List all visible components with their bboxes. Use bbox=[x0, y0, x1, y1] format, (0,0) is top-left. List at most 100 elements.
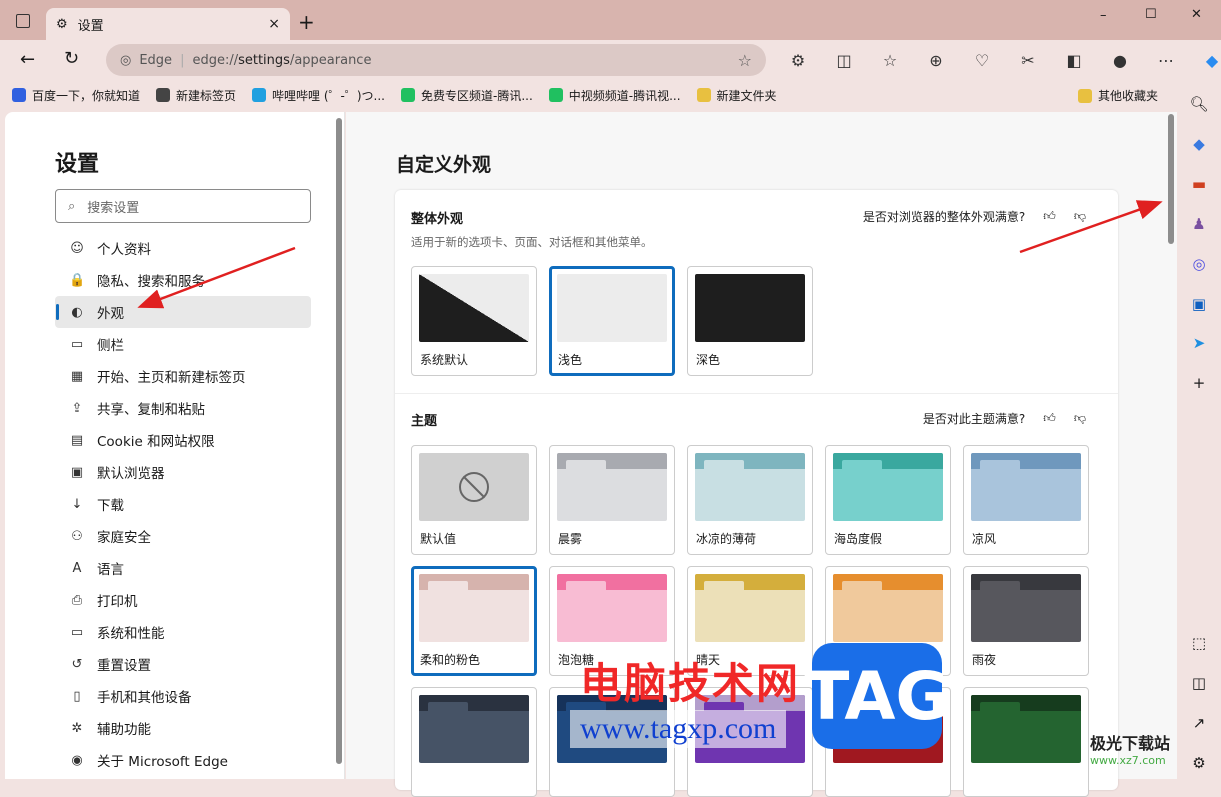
profile-avatar[interactable]: ● bbox=[1102, 44, 1138, 76]
theme-option[interactable] bbox=[687, 687, 813, 797]
bookmark-icon bbox=[400, 88, 415, 102]
theme-option[interactable]: 芒果天堂 bbox=[825, 566, 951, 676]
send-icon[interactable]: ➤ bbox=[1184, 328, 1214, 360]
favorites-icon[interactable]: ☆ bbox=[872, 44, 908, 76]
favorite-star-icon[interactable]: ☆ bbox=[738, 51, 752, 70]
theme-preview bbox=[695, 574, 805, 642]
close-tab-button[interactable]: × bbox=[268, 16, 280, 32]
theme-option[interactable] bbox=[411, 687, 537, 797]
maximize-button[interactable]: ☐ bbox=[1145, 7, 1157, 22]
sidebar-item[interactable]: ▤ Cookie 和网站权限 bbox=[55, 424, 311, 456]
other-bookmarks[interactable]: 其他收藏夹 bbox=[1078, 87, 1158, 104]
right-sidebar: 🔍︎ ◆ ▬ ♟ ◎ ▣ ➤ + ⬚ ◫ ↗ ⚙ bbox=[1177, 80, 1221, 779]
sidebar-scrollbar[interactable] bbox=[336, 118, 342, 764]
bookmark-item[interactable]: 新建标签页 bbox=[156, 87, 236, 104]
search-icon[interactable]: 🔍︎ bbox=[1184, 88, 1214, 120]
address-bar[interactable]: ◎ Edge | edge://settings/appearance ☆ bbox=[106, 44, 766, 76]
thumbs-down-icon[interactable]: 👎︎ bbox=[1074, 411, 1086, 426]
sidebar-toggle-icon[interactable]: ◧ bbox=[1056, 44, 1092, 76]
theme-option[interactable]: 泡泡糖 bbox=[549, 566, 675, 676]
back-icon[interactable]: ← bbox=[20, 49, 35, 70]
nav-icon: ↓ bbox=[71, 496, 83, 512]
open-external-icon[interactable]: ↗ bbox=[1184, 707, 1214, 739]
theme-option[interactable]: 柔和的粉色 bbox=[411, 566, 537, 676]
sidebar-item[interactable]: ⚇ 家庭安全 bbox=[55, 520, 311, 552]
minimize-button[interactable]: – bbox=[1100, 8, 1107, 23]
sidebar-item[interactable]: ↓ 下载 bbox=[55, 488, 311, 520]
new-tab-button[interactable]: + bbox=[298, 10, 315, 34]
sidebar-item[interactable]: ✲ 辅助功能 bbox=[55, 712, 311, 744]
bookmark-item[interactable]: 新建文件夹 bbox=[696, 87, 777, 104]
add-icon[interactable]: + bbox=[1184, 367, 1214, 399]
browser-essentials-icon[interactable]: ♡ bbox=[964, 44, 1000, 76]
theme-option[interactable] bbox=[963, 687, 1089, 797]
appearance-option[interactable]: 深色 bbox=[687, 266, 813, 376]
theme-preview bbox=[419, 695, 529, 763]
toolbar-icons: ⚙ ◫ ☆ ⊕ ♡ ✂ ◧ ● ⋯ ◆ bbox=[780, 44, 1221, 76]
sidebar-item[interactable]: ⇪ 共享、复制和粘贴 bbox=[55, 392, 311, 424]
close-window-button[interactable]: ✕ bbox=[1191, 7, 1202, 22]
bookmark-icon bbox=[696, 88, 711, 102]
tab-title: 设置 bbox=[77, 18, 104, 34]
theme-option[interactable]: 默认值 bbox=[411, 445, 537, 555]
sidebar-item[interactable]: ▣ 默认浏览器 bbox=[55, 456, 311, 488]
nav-icon: ▤ bbox=[70, 432, 84, 448]
theme-option[interactable] bbox=[549, 687, 675, 797]
theme-option[interactable]: 晴天 bbox=[687, 566, 813, 676]
bookmarks-bar: 百度一下，你就知道 新建标签页 哔哩哔哩 (゜-゜)つ... 免费专区频道-腾讯...… bbox=[12, 82, 777, 108]
theme-preview bbox=[833, 695, 943, 763]
settings-icon[interactable]: ⚙ bbox=[1184, 747, 1214, 779]
sidebar-item[interactable]: A 语言 bbox=[55, 552, 311, 584]
more-icon[interactable]: ⋯ bbox=[1148, 44, 1184, 76]
sidebar-item[interactable]: ↺ 重置设置 bbox=[55, 648, 311, 680]
bookmark-item[interactable]: 免费专区频道-腾讯... bbox=[400, 87, 533, 104]
thumbs-up-icon[interactable]: 👍︎ bbox=[1043, 411, 1056, 426]
appearance-option[interactable]: 系统默认 bbox=[411, 266, 537, 376]
tools-icon[interactable]: ▬ bbox=[1184, 168, 1214, 200]
shopping-icon[interactable]: ◆ bbox=[1184, 128, 1214, 160]
bookmark-item[interactable]: 中视频频道-腾讯视... bbox=[548, 87, 681, 104]
collections-icon[interactable]: ⊕ bbox=[918, 44, 954, 76]
theme-option[interactable]: 晨雾 bbox=[549, 445, 675, 555]
appearance-option[interactable]: 浅色 bbox=[549, 266, 675, 376]
split-screen-icon[interactable]: ◫ bbox=[826, 44, 862, 76]
sidebar-item[interactable]: ☺ 个人资料 bbox=[55, 232, 311, 264]
overall-title: 整体外观 bbox=[411, 212, 464, 227]
refresh-icon[interactable]: ↻ bbox=[64, 48, 79, 69]
sidebar-item[interactable]: ⎙ 打印机 bbox=[55, 584, 311, 616]
sidebar-item[interactable]: ▯ 手机和其他设备 bbox=[55, 680, 311, 712]
theme-option[interactable]: 雨夜 bbox=[963, 566, 1089, 676]
sidebar-item[interactable]: ◐ 外观 bbox=[55, 296, 311, 328]
sidebar-layout-icon[interactable]: ◫ bbox=[1184, 667, 1214, 699]
tab-actions-icon[interactable] bbox=[16, 14, 30, 28]
extensions-icon[interactable]: ⚙ bbox=[780, 44, 816, 76]
bookmark-item[interactable]: 哔哩哔哩 (゜-゜)つ... bbox=[252, 87, 385, 104]
screenshot-icon[interactable]: ✂ bbox=[1010, 44, 1046, 76]
bookmark-icon bbox=[12, 88, 26, 102]
microsoft365-icon[interactable]: ◎ bbox=[1184, 248, 1214, 280]
thumbs-up-icon[interactable]: 👍︎ bbox=[1043, 209, 1056, 224]
sidebar-item[interactable]: ▦ 开始、主页和新建标签页 bbox=[55, 360, 311, 392]
screenshot-icon[interactable]: ⬚ bbox=[1184, 627, 1214, 659]
sidebar-item[interactable]: ◉ 关于 Microsoft Edge bbox=[55, 744, 311, 776]
url-text: edge://settings/appearance bbox=[192, 52, 372, 68]
copilot-icon[interactable]: ◆ bbox=[1194, 44, 1221, 76]
search-input[interactable]: ⌕ 搜索设置 bbox=[55, 189, 311, 223]
theme-option[interactable]: 凉风 bbox=[963, 445, 1089, 555]
main-scrollbar[interactable] bbox=[1168, 114, 1174, 244]
tab-settings[interactable]: ⚙ 设置 × bbox=[46, 8, 290, 40]
sidebar-item[interactable]: 🔒 隐私、搜索和服务 bbox=[55, 264, 311, 296]
theme-option[interactable]: 海岛度假 bbox=[825, 445, 951, 555]
games-icon[interactable]: ♟ bbox=[1184, 208, 1214, 240]
outlook-icon[interactable]: ▣ bbox=[1184, 288, 1214, 320]
sidebar-item[interactable]: ▭ 系统和性能 bbox=[55, 616, 311, 648]
bookmark-item[interactable]: 百度一下，你就知道 bbox=[12, 87, 140, 104]
theme-option[interactable] bbox=[825, 687, 951, 797]
overall-feedback: 是否对浏览器的整体外观满意? 👍︎ 👎︎ bbox=[862, 209, 1086, 224]
thumbs-down-icon[interactable]: 👎︎ bbox=[1074, 209, 1086, 224]
theme-title: 主题 bbox=[411, 414, 438, 429]
theme-option[interactable]: 冰凉的薄荷 bbox=[687, 445, 813, 555]
nav-icon: ◉ bbox=[71, 752, 83, 768]
appearance-preview bbox=[695, 274, 805, 342]
sidebar-item[interactable]: ▭ 侧栏 bbox=[55, 328, 311, 360]
